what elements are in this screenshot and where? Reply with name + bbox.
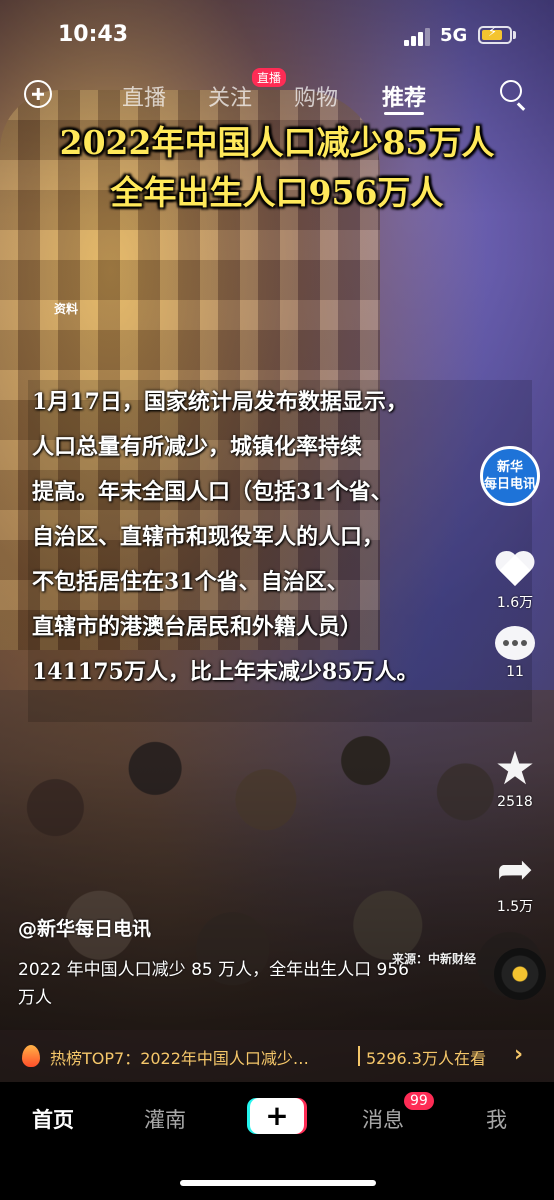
video-body-text: 1月17日，国家统计局发布数据显示， 人口总量有所减少，城镇化率持续 提高。年末…: [32, 389, 419, 685]
author-avatar[interactable]: 新华 每日电讯: [480, 446, 540, 506]
avatar-line-2: 每日电讯: [483, 477, 536, 492]
share-count: 1.5万: [496, 899, 534, 915]
like-button[interactable]: 1.6万: [484, 552, 546, 612]
nav-discover[interactable]: 灌南: [144, 1104, 186, 1134]
battery-icon: ⚡: [478, 25, 512, 44]
video-caption[interactable]: 2022 年中国人口减少 85 万人，全年出生人口 956 万人: [18, 956, 418, 1012]
messages-badge: 99: [404, 1092, 434, 1110]
share-icon: ➦: [496, 844, 534, 895]
headline-line-1: 2022年中国人口减少85万人: [59, 123, 495, 162]
nav-me[interactable]: 我: [486, 1104, 507, 1134]
nav-home[interactable]: 首页: [32, 1104, 74, 1134]
signal-icon: [404, 28, 432, 46]
status-bar: 10:43 5G ⚡: [0, 0, 554, 70]
comment-button[interactable]: 11: [484, 626, 546, 680]
plus-icon: +: [250, 1098, 304, 1134]
network-label: 5G: [440, 25, 468, 46]
comment-count: 11: [506, 664, 524, 680]
status-time: 10:43: [58, 22, 129, 47]
share-button[interactable]: ➦ 1.5万: [484, 848, 546, 916]
nav-messages[interactable]: 消息: [362, 1104, 404, 1134]
footage-label: 资料: [54, 302, 79, 316]
tab-recommend[interactable]: 推荐: [382, 80, 426, 112]
headline-line-2: 全年出生人口956万人: [110, 173, 444, 212]
fire-icon: [22, 1045, 40, 1067]
comment-icon: [495, 626, 535, 660]
tab-following[interactable]: 关注: [208, 80, 252, 112]
star-icon: ★: [494, 741, 536, 795]
tab-shopping[interactable]: 购物: [294, 80, 338, 112]
heart-icon: [495, 552, 535, 588]
search-icon[interactable]: [500, 80, 522, 102]
hot-viewer-count: 5296.3万人在看: [366, 1049, 486, 1068]
battery-tip: [513, 31, 516, 39]
live-badge: 直播: [252, 68, 287, 87]
hot-divider: [358, 1046, 360, 1066]
author-name[interactable]: @新华每日电讯: [18, 914, 151, 941]
music-disc-icon[interactable]: [494, 948, 546, 1000]
favorite-count: 2518: [497, 794, 533, 810]
home-indicator[interactable]: [180, 1180, 376, 1186]
active-tab-indicator: [384, 112, 424, 115]
favorite-button[interactable]: ★ 2518: [484, 741, 546, 810]
hot-ranking-text: 热榜TOP7：2022年中国人口减少…: [50, 1049, 309, 1068]
avatar-line-1: 新华: [496, 460, 523, 475]
chevron-right-icon: ›: [514, 1042, 524, 1067]
tab-live[interactable]: 直播: [122, 80, 166, 112]
hot-ranking-bar[interactable]: 热榜TOP7：2022年中国人口减少… 5296.3万人在看 ›: [0, 1030, 554, 1082]
add-circle-icon[interactable]: [24, 80, 52, 108]
video-headline: 2022年中国人口减少85万人 全年出生人口956万人: [0, 118, 554, 218]
create-button[interactable]: +: [247, 1098, 307, 1134]
like-count: 1.6万: [496, 595, 534, 611]
source-label: 来源：中新财经: [392, 952, 477, 966]
